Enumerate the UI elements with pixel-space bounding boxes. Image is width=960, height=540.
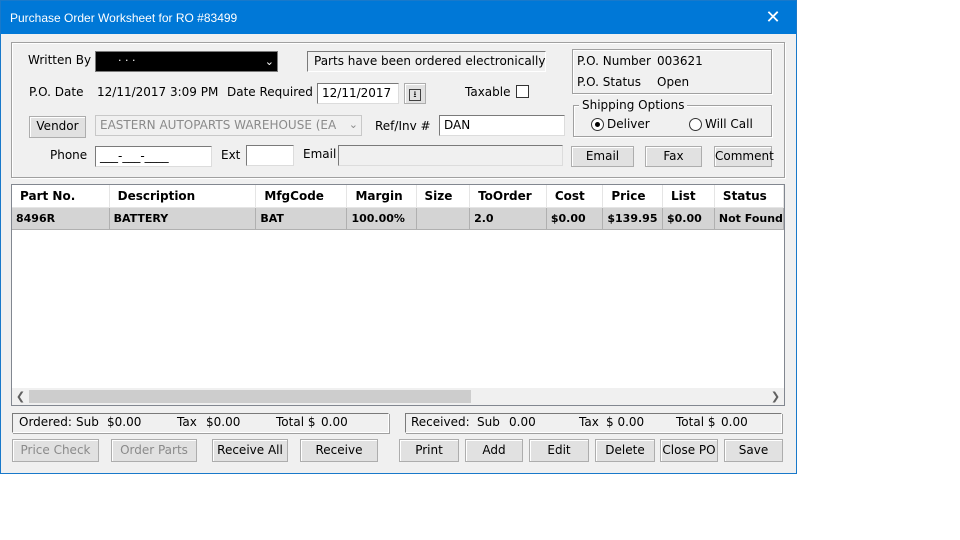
purchase-order-window: Purchase Order Worksheet for RO #83499 ✕… [0, 0, 797, 474]
order-parts-button[interactable]: Order Parts [111, 439, 197, 462]
scroll-right-icon[interactable]: ❯ [767, 388, 784, 405]
received-total-value: 0.00 [721, 415, 748, 429]
po-date-value: 12/11/2017 3:09 PM [97, 85, 219, 99]
column-header[interactable]: List [662, 185, 715, 208]
window-title: Purchase Order Worksheet for RO #83499 [10, 11, 238, 25]
ordered-label: Ordered: [19, 415, 72, 429]
will-call-label: Will Call [705, 117, 753, 131]
scroll-left-icon[interactable]: ❮ [12, 388, 29, 405]
edit-button[interactable]: Edit [529, 439, 589, 462]
ref-inv-label: Ref/Inv # [375, 119, 431, 133]
table-row[interactable]: 8496R BATTERY BAT 100.00% 2.0 $0.00 $139… [12, 207, 784, 230]
received-label: Received: [411, 415, 470, 429]
ordered-electronically-message: Parts have been ordered electronically [307, 51, 546, 72]
status-cell[interactable]: Not Found [714, 207, 784, 230]
deliver-label: Deliver [607, 117, 650, 131]
column-header[interactable]: ToOrder [469, 185, 547, 208]
scroll-thumb[interactable] [29, 390, 471, 403]
po-number-label: P.O. Number [577, 54, 651, 68]
column-header[interactable]: Margin [346, 185, 417, 208]
column-header[interactable]: Status [714, 185, 784, 208]
ordered-total-label: Total $ [276, 415, 316, 429]
column-header[interactable]: Description [109, 185, 257, 208]
po-status-label: P.O. Status [577, 75, 642, 89]
ordered-message-text: Parts have been ordered electronically [314, 54, 546, 68]
receive-button[interactable]: Receive [300, 439, 378, 462]
margin-cell[interactable]: 100.00% [346, 207, 417, 230]
vendor-value: EASTERN AUTOPARTS WAREHOUSE (EA [100, 118, 337, 132]
ordered-sub-value: $0.00 [107, 415, 142, 429]
email-button[interactable]: Email [571, 146, 634, 167]
received-tax-label: Tax [579, 415, 599, 429]
size-cell[interactable] [416, 207, 471, 230]
grid-header-row: Part No. Description MfgCode Margin Size… [12, 185, 784, 208]
email-field[interactable] [338, 145, 563, 166]
horizontal-scrollbar[interactable]: ❮ ❯ [12, 388, 784, 405]
description-cell[interactable]: BATTERY [109, 207, 257, 230]
save-button[interactable]: Save [724, 439, 783, 462]
date-picker-button[interactable]: ⭳ [404, 83, 426, 104]
deliver-radio[interactable] [591, 118, 604, 131]
email-label: Email [303, 147, 337, 161]
comment-button[interactable]: Comment [714, 146, 774, 167]
print-button[interactable]: Print [399, 439, 459, 462]
cost-cell[interactable]: $0.00 [546, 207, 604, 230]
received-tax-value: $ 0.00 [606, 415, 645, 429]
list-cell[interactable]: $0.00 [662, 207, 715, 230]
received-sub-label: Sub [477, 415, 500, 429]
written-by-label: Written By [28, 53, 92, 67]
column-header[interactable]: Cost [546, 185, 604, 208]
ext-label: Ext [221, 148, 241, 162]
shipping-options-label: Shipping Options [579, 98, 688, 112]
parts-grid[interactable]: Part No. Description MfgCode Margin Size… [11, 184, 785, 406]
column-header[interactable]: MfgCode [255, 185, 348, 208]
received-total-label: Total $ [676, 415, 716, 429]
written-by-select[interactable]: · · · ⌄ [95, 51, 278, 72]
close-po-button[interactable]: Close PO [660, 439, 718, 462]
to-order-cell[interactable]: 2.0 [469, 207, 547, 230]
delete-button[interactable]: Delete [595, 439, 655, 462]
price-check-button[interactable]: Price Check [12, 439, 99, 462]
ordered-total-value: 0.00 [321, 415, 348, 429]
po-status-value: Open [657, 75, 690, 89]
received-sub-value: 0.00 [509, 415, 536, 429]
mfgcode-cell[interactable]: BAT [255, 207, 348, 230]
column-header[interactable]: Part No. [12, 185, 110, 208]
phone-value: ___-___-____ [100, 149, 169, 163]
will-call-radio[interactable] [689, 118, 702, 131]
date-required-field[interactable]: 12/11/2017 [317, 83, 399, 104]
phone-field[interactable]: ___-___-____ [95, 146, 212, 167]
add-button[interactable]: Add [465, 439, 523, 462]
po-date-label: P.O. Date [29, 85, 84, 99]
po-number-value: 003621 [657, 54, 703, 68]
phone-label: Phone [50, 148, 88, 162]
parts-table: Part No. Description MfgCode Margin Size… [12, 185, 784, 230]
taxable-checkbox[interactable] [516, 85, 529, 98]
ref-inv-value: DAN [444, 118, 471, 132]
ref-inv-field[interactable]: DAN [439, 115, 565, 136]
vendor-select[interactable]: EASTERN AUTOPARTS WAREHOUSE (EA ⌄ [95, 115, 362, 136]
price-cell[interactable]: $139.95 [602, 207, 663, 230]
part-no-cell[interactable]: 8496R [12, 207, 110, 230]
vendor-button[interactable]: Vendor [29, 116, 86, 138]
column-header[interactable]: Price [602, 185, 663, 208]
column-header[interactable]: Size [416, 185, 471, 208]
title-bar: Purchase Order Worksheet for RO #83499 ✕ [1, 1, 796, 34]
written-by-value: · · · [118, 54, 136, 67]
ext-field[interactable] [246, 145, 294, 166]
receive-all-button[interactable]: Receive All [212, 439, 288, 462]
chevron-down-icon: ⌄ [348, 118, 358, 131]
date-required-label: Date Required [227, 85, 313, 99]
ordered-sub-label: Sub [76, 415, 99, 429]
radio-selected-dot [595, 122, 600, 127]
calendar-down-icon: ⭳ [409, 89, 421, 101]
taxable-label: Taxable [465, 85, 511, 99]
ordered-tax-label: Tax [177, 415, 197, 429]
date-required-value: 12/11/2017 [322, 86, 392, 100]
close-icon[interactable]: ✕ [750, 1, 796, 34]
fax-button[interactable]: Fax [645, 146, 702, 167]
ordered-tax-value: $0.00 [206, 415, 241, 429]
chevron-down-icon: ⌄ [264, 55, 274, 68]
